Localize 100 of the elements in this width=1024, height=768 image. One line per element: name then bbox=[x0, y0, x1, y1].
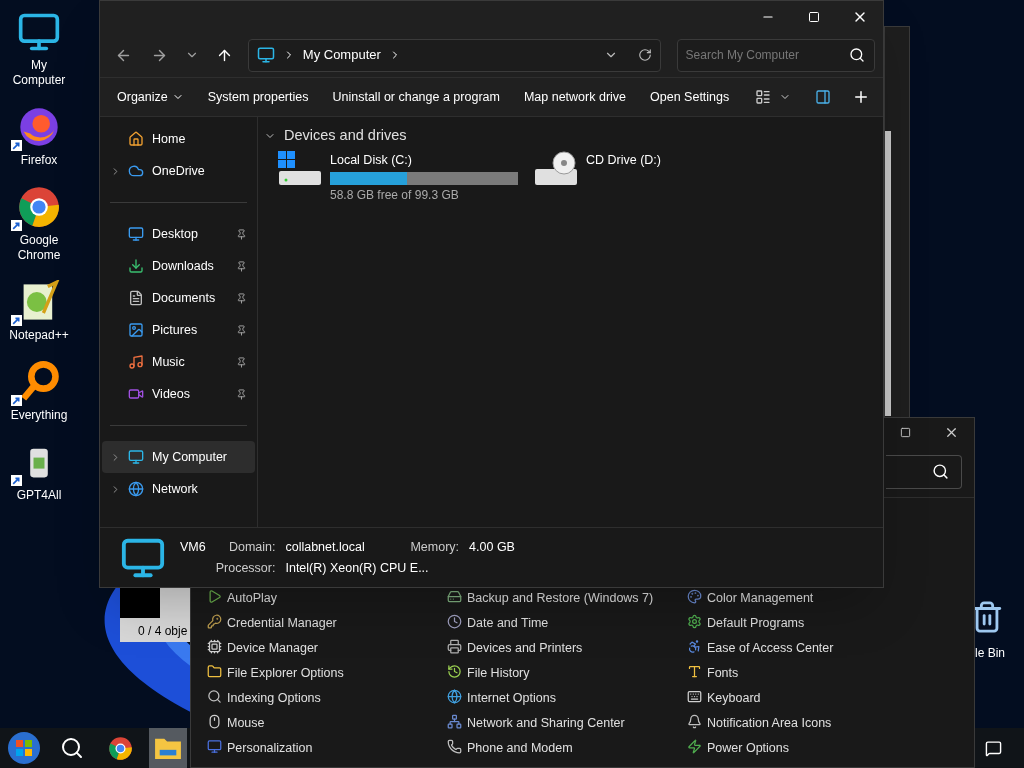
control-panel-item[interactable]: File Explorer Options bbox=[207, 664, 447, 689]
sidebar-label: Music bbox=[152, 353, 185, 371]
drive-item[interactable]: Local Disk (C:) 58.8 GB free of 99.3 GB bbox=[278, 150, 518, 204]
start-orb-icon bbox=[7, 731, 41, 765]
notification-icon[interactable] bbox=[984, 739, 1002, 757]
control-panel-item[interactable]: Personalization bbox=[207, 739, 447, 764]
control-panel-item[interactable]: Device Manager bbox=[207, 639, 447, 664]
shortcut-arrow-icon bbox=[11, 475, 22, 486]
desktop-icon-label[interactable]: GPT4All bbox=[3, 488, 75, 503]
layout-icon bbox=[755, 89, 771, 105]
search-field[interactable] bbox=[886, 454, 962, 489]
control-panel-item[interactable]: Credential Manager bbox=[207, 614, 447, 639]
control-panel-item[interactable]: Network and Sharing Center bbox=[447, 714, 687, 739]
sidebar-item[interactable]: Home bbox=[102, 123, 255, 155]
applet-icon bbox=[687, 589, 702, 604]
toolbar-command[interactable]: Organize bbox=[108, 82, 193, 112]
control-panel-item[interactable]: Phone and Modem bbox=[447, 739, 687, 764]
plus-icon[interactable] bbox=[852, 88, 870, 106]
control-panel-item[interactable]: Default Programs bbox=[687, 614, 927, 639]
sidebar-item[interactable]: Music bbox=[102, 346, 255, 378]
pin-icon bbox=[236, 260, 247, 272]
control-panel-item[interactable]: Internet Options bbox=[447, 689, 687, 714]
hard-disk-icon bbox=[278, 150, 322, 187]
sidebar-item[interactable]: Videos bbox=[102, 378, 255, 410]
maximize-icon[interactable] bbox=[899, 426, 911, 438]
applet-icon bbox=[447, 664, 462, 679]
control-panel-item[interactable]: File History bbox=[447, 664, 687, 689]
applet-icon bbox=[207, 639, 222, 654]
sidebar-label: Desktop bbox=[152, 225, 198, 243]
applet-icon bbox=[207, 664, 222, 679]
applet-icon bbox=[687, 614, 702, 629]
control-panel-item[interactable]: Power Options bbox=[687, 739, 927, 764]
search-icon bbox=[60, 736, 84, 760]
desktop-icon-label[interactable]: My Computer bbox=[3, 58, 75, 88]
sidebar-item[interactable]: Documents bbox=[102, 282, 255, 314]
control-panel-item[interactable]: Indexing Options bbox=[207, 689, 447, 714]
sidebar-label: Pictures bbox=[152, 321, 198, 339]
detail-value: 4.00 GB bbox=[469, 538, 515, 556]
applet-icon bbox=[447, 614, 462, 629]
detail-label: Memory: bbox=[410, 538, 460, 556]
control-panel-item[interactable]: AutoPlay bbox=[207, 589, 447, 614]
control-panel-item[interactable]: Mouse bbox=[207, 714, 447, 739]
toolbar-command[interactable]: Map network drive bbox=[514, 82, 636, 112]
applet-icon bbox=[207, 714, 222, 729]
address-bar[interactable]: My Computer bbox=[247, 38, 661, 72]
sidebar-item[interactable]: Pictures bbox=[102, 314, 255, 346]
control-panel-item[interactable]: Notification Area Icons bbox=[687, 714, 927, 739]
search-icon bbox=[849, 46, 865, 63]
applet-icon bbox=[687, 689, 702, 704]
detail-value: Intel(R) Xeon(R) CPU E... bbox=[285, 559, 430, 577]
applet-icon bbox=[687, 639, 702, 654]
detail-label: Processor: bbox=[215, 559, 276, 577]
drive-item[interactable]: CD Drive (D:) bbox=[534, 150, 774, 204]
computer-name: VM6 bbox=[180, 538, 206, 556]
desktop-icon-label[interactable]: Google Chrome bbox=[3, 233, 75, 263]
search-field[interactable]: Search My Computer bbox=[676, 38, 875, 72]
desktop-icon-label[interactable]: Everything bbox=[3, 408, 75, 423]
sidebar-item[interactable]: Desktop bbox=[102, 218, 255, 250]
chrome-icon bbox=[17, 185, 61, 229]
control-panel-item[interactable]: Ease of Access Center bbox=[687, 639, 927, 664]
optical-drive-icon bbox=[534, 150, 578, 187]
pin-icon bbox=[236, 292, 247, 304]
shortcut-arrow-icon bbox=[11, 220, 22, 231]
detail-label: Domain: bbox=[227, 538, 276, 556]
control-panel-item[interactable]: Fonts bbox=[687, 664, 927, 689]
sidebar-item[interactable]: OneDrive bbox=[102, 155, 255, 187]
refresh-icon[interactable] bbox=[637, 48, 652, 62]
sidebar-item[interactable]: My Computer bbox=[102, 441, 255, 473]
control-panel-item[interactable]: Color Management bbox=[687, 589, 927, 614]
control-panel-item[interactable]: Date and Time bbox=[447, 614, 687, 639]
shortcut-arrow-icon bbox=[11, 140, 22, 151]
preview-pane-icon[interactable] bbox=[815, 89, 831, 105]
toolbar-command[interactable]: System properties bbox=[198, 82, 318, 112]
control-panel-item[interactable]: Backup and Restore (Windows 7) bbox=[447, 589, 687, 614]
applet-icon bbox=[447, 689, 462, 704]
control-panel-item[interactable]: Keyboard bbox=[687, 689, 927, 714]
applet-icon bbox=[207, 739, 222, 754]
shortcut-arrow-icon bbox=[11, 315, 22, 326]
desktop-icon-label[interactable]: Firefox bbox=[3, 153, 75, 168]
applet-icon bbox=[207, 614, 222, 629]
toolbar-command[interactable]: Uninstall or change a program bbox=[323, 82, 509, 112]
sidebar-label: OneDrive bbox=[152, 162, 205, 180]
desktop-icon-label[interactable]: Notepad++ bbox=[3, 328, 75, 343]
sidebar-item[interactable]: Network bbox=[102, 473, 255, 505]
applet-icon bbox=[447, 714, 462, 729]
applet-icon bbox=[207, 689, 222, 704]
drive-name: CD Drive (D:) bbox=[586, 151, 661, 169]
applet-icon bbox=[687, 739, 702, 754]
sidebar-label: My Computer bbox=[152, 448, 228, 466]
desktop-icon-label[interactable]: le Bin bbox=[975, 644, 1006, 662]
control-panel-item[interactable]: Devices and Printers bbox=[447, 639, 687, 664]
detail-value: collabnet.local bbox=[285, 538, 366, 556]
toolbar-command[interactable]: Open Settings bbox=[641, 82, 739, 112]
sidebar-item[interactable]: Downloads bbox=[102, 250, 255, 282]
pin-icon bbox=[236, 324, 247, 336]
applet-icon bbox=[447, 639, 462, 654]
dark-content-block bbox=[120, 586, 160, 618]
shortcut-arrow-icon bbox=[11, 395, 22, 406]
status-text: 0 / 4 obje bbox=[137, 623, 189, 640]
applet-icon bbox=[687, 714, 702, 729]
